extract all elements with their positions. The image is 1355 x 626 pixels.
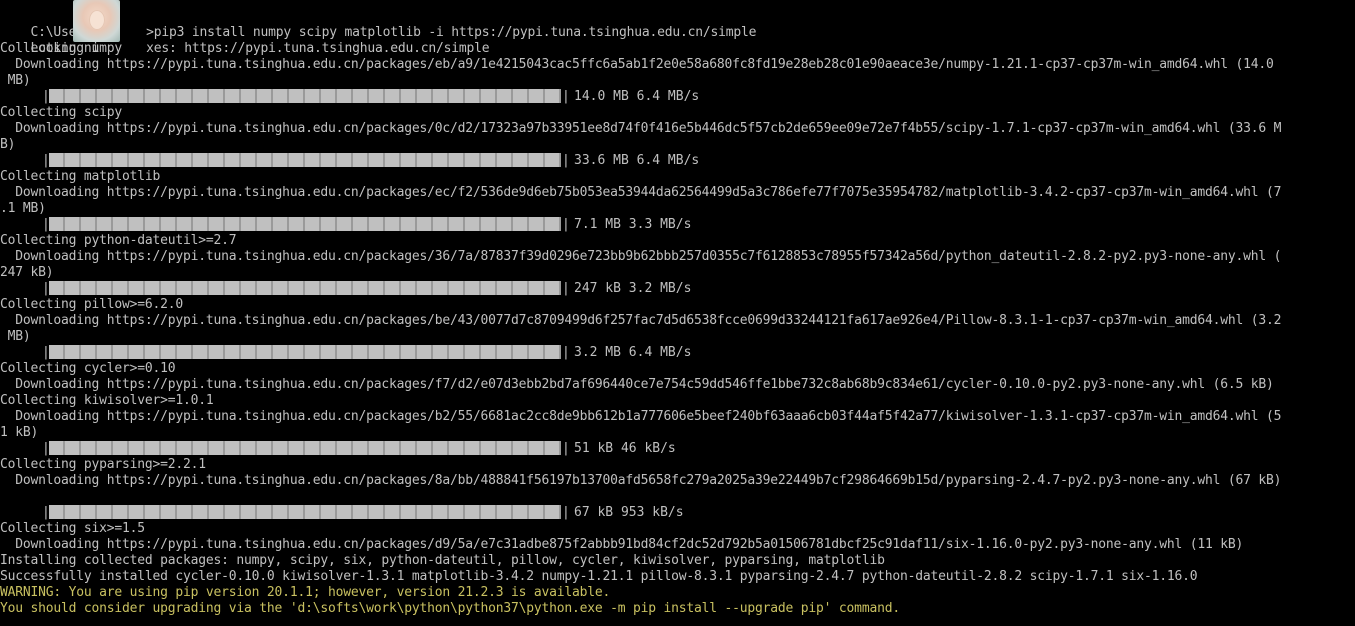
download-pillow: Downloading https://pypi.tuna.tsinghua.e…: [0, 313, 1282, 328]
download-scipy-cont: B): [0, 137, 16, 152]
progress-info: 33.6 MB 6.4 MB/s: [574, 152, 700, 168]
collect-dateutil: Collecting python-dateutil>=2.7: [0, 233, 237, 248]
collect-kiwisolver: Collecting kiwisolver>=1.0.1: [0, 393, 214, 408]
progress-bar-pillow: | | 3.2 MB 6.4 MB/s: [42, 344, 692, 360]
progress-info: 3.2 MB 6.4 MB/s: [574, 344, 692, 360]
download-numpy: Downloading https://pypi.tuna.tsinghua.e…: [0, 57, 1274, 72]
progress-bar-pyparsing: | | 67 kB 953 kB/s: [42, 504, 684, 520]
collect-scipy: Collecting scipy: [0, 105, 123, 120]
progress-bar-scipy: | | 33.6 MB 6.4 MB/s: [42, 152, 700, 168]
download-dateutil: Downloading https://pypi.tuna.tsinghua.e…: [0, 249, 1282, 264]
download-cycler: Downloading https://pypi.tuna.tsinghua.e…: [0, 377, 1274, 392]
progress-bar-matplotlib: | | 7.1 MB 3.3 MB/s: [42, 216, 692, 232]
download-numpy-cont: MB): [0, 73, 31, 88]
warning-line: WARNING: You are using pip version 20.1.…: [0, 585, 611, 600]
progress-fill: [49, 89, 561, 103]
progress-fill: [49, 217, 561, 231]
collect-cycler: Collecting cycler>=0.10: [0, 361, 176, 376]
download-pillow-cont: MB): [0, 329, 31, 344]
terminal-window[interactable]: C:\Users\ >pip3 install numpy scipy matpl…: [0, 0, 1355, 626]
looking-line: Looking i xes: https://pypi.tuna.tsinghua…: [0, 25, 490, 56]
collect-pillow: Collecting pillow>=6.2.0: [0, 297, 184, 312]
progress-info: 14.0 MB 6.4 MB/s: [574, 88, 700, 104]
progress-fill: [49, 281, 561, 295]
download-kiwisolver-cont: 1 kB): [0, 425, 39, 440]
collect-matplotlib: Collecting matplotlib: [0, 169, 161, 184]
download-pyparsing: Downloading https://pypi.tuna.tsinghua.e…: [0, 473, 1282, 488]
progress-info: 67 kB 953 kB/s: [574, 504, 684, 520]
looking-text-right: xes: https://pypi.tuna.tsinghua.edu.cn/s…: [146, 41, 490, 56]
download-matplotlib-cont: .1 MB): [0, 201, 46, 216]
progress-fill: [49, 345, 561, 359]
collect-six: Collecting six>=1.5: [0, 521, 145, 536]
progress-fill: [49, 441, 561, 455]
collect-pyparsing: Collecting pyparsing>=2.2.1: [0, 457, 206, 472]
download-kiwisolver: Downloading https://pypi.tuna.tsinghua.e…: [0, 409, 1282, 424]
progress-fill: [49, 153, 561, 167]
progress-info: 51 kB 46 kB/s: [574, 440, 676, 456]
success-line: Successfully installed cycler-0.10.0 kiw…: [0, 569, 1198, 584]
download-six: Downloading https://pypi.tuna.tsinghua.e…: [0, 537, 1244, 552]
progress-info: 7.1 MB 3.3 MB/s: [574, 216, 692, 232]
upgrade-hint-line: You should consider upgrading via the 'd…: [0, 601, 900, 616]
progress-bar-dateutil: | | 247 kB 3.2 MB/s: [42, 280, 692, 296]
progress-bar-kiwisolver: | | 51 kB 46 kB/s: [42, 440, 676, 456]
installing-line: Installing collected packages: numpy, sc…: [0, 553, 885, 568]
progress-fill: [49, 505, 561, 519]
download-matplotlib: Downloading https://pypi.tuna.tsinghua.e…: [0, 185, 1282, 200]
collect-numpy: Collecting numpy: [0, 41, 123, 56]
download-scipy: Downloading https://pypi.tuna.tsinghua.e…: [0, 121, 1282, 136]
progress-bar-numpy: | | 14.0 MB 6.4 MB/s: [42, 88, 700, 104]
progress-info: 247 kB 3.2 MB/s: [574, 280, 692, 296]
